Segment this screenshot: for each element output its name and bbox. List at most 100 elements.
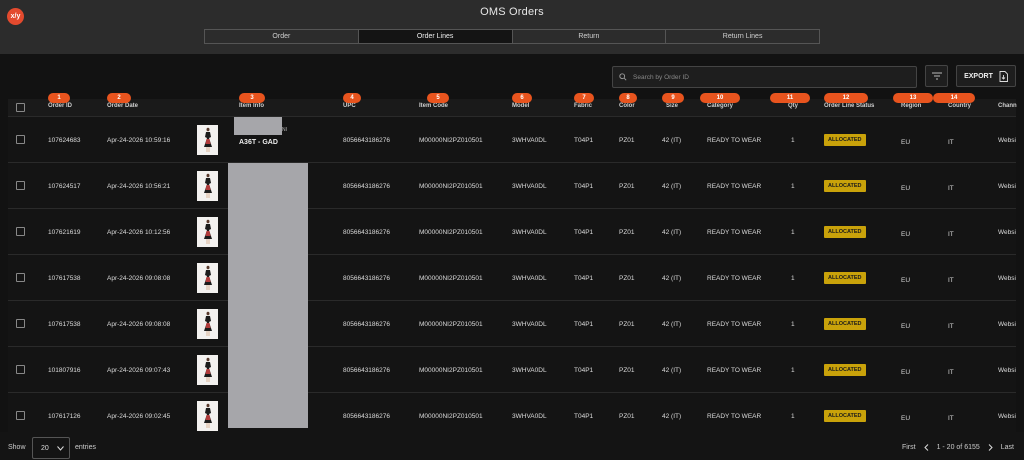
column-marker: 13 [893,93,933,103]
col-label: Order Line Status [824,103,875,109]
table-header: 1 Order ID 2 Order Date 3 Item Info 4 UPC 5I… [8,93,1017,116]
upc: 8056643186276 [343,367,390,374]
col-category[interactable]: 10 Category [700,93,740,109]
filter-button[interactable] [925,65,948,87]
size: 42 (IT) [662,321,682,328]
column-marker: 9 [662,93,684,103]
color: PZ01 [619,275,635,282]
col-label: Order Date [107,103,139,109]
order-date: Apr-24-2026 09:08:08 [107,321,171,328]
fabric: T04P1 [574,367,594,374]
export-button[interactable]: EXPORT [956,65,1016,87]
col-country[interactable]: 14 Country [933,93,975,109]
category: READY TO WEAR [707,367,762,374]
col-order-line-status[interactable]: 12 Order Line Status [824,93,875,109]
fabric: T04P1 [574,321,594,328]
top-bar: x/y OMS Orders Order Order Lines Return … [0,0,1024,54]
product-thumbnail[interactable] [197,309,218,339]
order-id[interactable]: 107624517 [48,183,81,190]
col-qty[interactable]: 11 Qty [770,93,810,109]
upc: 8056643186276 [343,183,390,190]
row-checkbox[interactable] [16,135,25,144]
table-row[interactable]: 107621619 Apr-24-2026 10:12:56 805664318… [8,208,1016,254]
table-row[interactable]: 101807916 Apr-24-2026 09:07:43 805664318… [8,346,1016,392]
item-code: M00000NI2PZ010501 [419,275,483,282]
product-thumbnail[interactable] [197,401,218,431]
filter-icon [931,72,942,80]
search-input[interactable] [633,73,903,81]
col-order-id[interactable]: 1 Order ID [48,93,72,109]
order-id[interactable]: 101807916 [48,367,81,374]
col-item-code[interactable]: 5 Item Code [419,93,449,109]
column-marker: 5 [427,93,449,103]
product-thumbnail[interactable] [197,171,218,201]
order-id[interactable]: 107617538 [48,275,81,282]
size: 42 (IT) [662,183,682,190]
order-id[interactable]: 107621619 [48,229,81,236]
col-upc[interactable]: 4 UPC [343,93,361,109]
dress-image [203,127,212,152]
first-page-link[interactable]: First [902,444,916,451]
tab-order[interactable]: Order [205,30,359,43]
item-code: M00000NI2PZ010501 [419,367,483,374]
table-row[interactable]: 107617538 Apr-24-2026 09:08:08 805664318… [8,254,1016,300]
table-row[interactable]: 107617538 Apr-24-2026 09:08:08 805664318… [8,300,1016,346]
select-all-checkbox[interactable] [16,103,25,112]
row-checkbox[interactable] [16,227,25,236]
col-size[interactable]: 9 Size [662,93,684,109]
category: READY TO WEAR [707,275,762,282]
entries-label: entries [75,444,97,451]
table-row[interactable]: 107624683 Apr-24-2026 10:59:16 805664318… [8,116,1016,162]
fabric: T04P1 [574,229,594,236]
region: EU [901,277,911,284]
table-footer: Show 20 entries First 1 - 20 of 6155 Las… [0,432,1024,460]
order-id[interactable]: 107617538 [48,321,81,328]
product-thumbnail[interactable] [197,217,218,247]
col-channel[interactable]: Chann [998,103,1017,109]
page-title: OMS Orders [480,6,544,18]
table-row[interactable]: 107624517 Apr-24-2026 10:56:21 805664318… [8,162,1016,208]
dress-image [203,357,212,382]
dress-image [203,265,212,290]
col-model[interactable]: 6 Model [512,93,532,109]
search-box[interactable] [612,66,917,88]
page-size-select[interactable]: 20 [32,437,70,459]
col-region[interactable]: 13 Region [893,93,933,109]
row-checkbox[interactable] [16,273,25,282]
col-label: Color [619,103,635,109]
size: 42 (IT) [662,229,682,236]
order-date: Apr-24-2026 09:08:08 [107,275,171,282]
tab-return[interactable]: Return [512,30,667,43]
col-fabric[interactable]: 7 Fabric [574,93,594,109]
product-thumbnail[interactable] [197,355,218,385]
status-badge: ALLOCATED [824,134,866,146]
upc: 8056643186276 [343,413,390,420]
order-date: Apr-24-2026 09:07:43 [107,367,171,374]
order-id[interactable]: 107624683 [48,137,81,144]
tab-return-lines[interactable]: Return Lines [666,30,819,43]
row-checkbox[interactable] [16,181,25,190]
last-page-link[interactable]: Last [1001,444,1014,451]
status-badge: ALLOCATED [824,410,866,422]
country: IT [948,277,954,284]
color: PZ01 [619,229,635,236]
item-code: M00000NI2PZ010501 [419,229,483,236]
color: PZ01 [619,321,635,328]
tab-order-lines[interactable]: Order Lines [358,30,513,43]
col-label: Country [948,103,971,109]
chevron-left-icon[interactable] [923,444,929,451]
order-id[interactable]: 107617126 [48,413,81,420]
column-marker: 6 [512,93,532,103]
col-order-date[interactable]: 2 Order Date [107,93,139,109]
row-checkbox[interactable] [16,411,25,420]
col-color[interactable]: 8 Color [619,93,637,109]
product-thumbnail[interactable] [197,263,218,293]
row-checkbox[interactable] [16,365,25,374]
col-item-info[interactable]: 3 Item Info [239,93,265,109]
category: READY TO WEAR [707,413,762,420]
chevron-right-icon[interactable] [988,444,993,451]
color: PZ01 [619,183,635,190]
row-checkbox[interactable] [16,319,25,328]
order-date: Apr-24-2026 09:02:45 [107,413,171,420]
product-thumbnail[interactable] [197,125,218,155]
